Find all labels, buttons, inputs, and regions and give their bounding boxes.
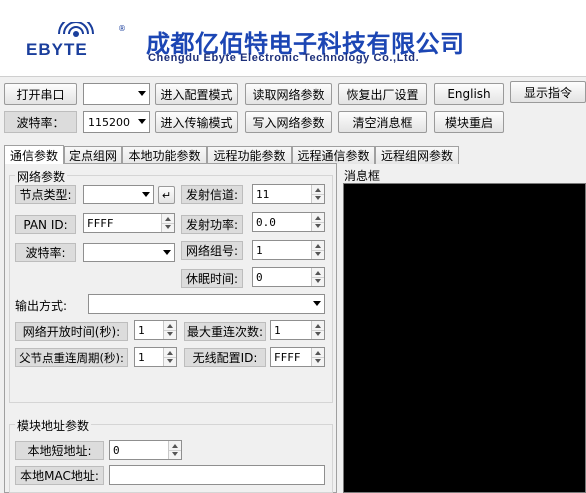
network-group-value: 1 xyxy=(256,243,263,257)
wireless-id-label: 无线配置ID: xyxy=(184,348,266,367)
baud-rate-select[interactable]: 115200 xyxy=(83,111,150,133)
network-baud-select[interactable] xyxy=(83,243,175,262)
tab-remote-function[interactable]: 远程功能参数 xyxy=(207,146,292,164)
pan-id-input[interactable]: FFFF xyxy=(83,213,175,233)
pan-id-value: FFFF xyxy=(87,216,114,230)
tx-power-input[interactable]: 0.0 xyxy=(252,212,325,232)
open-port-button[interactable]: 打开串口 xyxy=(4,83,77,105)
ebyte-logo: EBYTE ® xyxy=(26,22,126,62)
baud-rate-label: 波特率： xyxy=(4,111,77,133)
open-time-input[interactable]: 1 xyxy=(134,320,177,340)
header-banner: EBYTE ® 成都亿佰特电子科技有限公司 Chengdu Ebyte Elec… xyxy=(0,0,586,76)
write-network-params-button[interactable]: 写入网络参数 xyxy=(245,111,332,133)
pan-id-spinner[interactable] xyxy=(161,214,174,232)
registered-mark-icon: ® xyxy=(118,24,126,33)
max-retry-spinner[interactable] xyxy=(311,321,324,339)
short-address-value: 0 xyxy=(113,443,120,457)
open-time-value: 1 xyxy=(138,323,145,337)
output-mode-label: 输出方式: xyxy=(15,299,68,313)
chevron-down-icon xyxy=(313,301,321,306)
port-select[interactable] xyxy=(83,83,150,105)
sleep-time-value: 0 xyxy=(256,270,263,284)
enter-config-mode-button[interactable]: 进入配置模式 xyxy=(155,83,238,105)
network-params-group xyxy=(9,175,333,403)
tx-channel-value: 11 xyxy=(256,187,270,201)
sleep-time-input[interactable]: 0 xyxy=(252,267,325,287)
show-command-button[interactable]: 显示指令 xyxy=(510,81,586,103)
clear-message-button[interactable]: 清空消息框 xyxy=(338,111,427,133)
baud-rate-value: 115200 xyxy=(88,115,130,129)
read-network-params-button[interactable]: 读取网络参数 xyxy=(245,83,332,105)
parent-retry-value: 1 xyxy=(138,350,145,364)
chevron-down-icon xyxy=(138,91,146,96)
chevron-down-icon xyxy=(142,192,150,197)
tx-power-spinner[interactable] xyxy=(311,213,324,231)
tx-power-value: 0.0 xyxy=(256,215,276,229)
max-retry-input[interactable]: 1 xyxy=(270,320,325,340)
message-box-title: 消息框 xyxy=(344,169,381,183)
node-type-select[interactable] xyxy=(83,185,154,204)
tab-remote-comm[interactable]: 远程通信参数 xyxy=(292,146,375,164)
wireless-id-spinner[interactable] xyxy=(311,348,324,366)
open-time-label: 网络开放时间(秒): xyxy=(15,322,128,341)
mac-address-input[interactable] xyxy=(109,465,325,485)
wireless-id-value: FFFF xyxy=(274,350,301,364)
message-box[interactable] xyxy=(343,183,586,493)
module-address-title: 模块地址参数 xyxy=(15,417,92,434)
tx-channel-label: 发射信道: xyxy=(181,185,243,204)
tab-local-function[interactable]: 本地功能参数 xyxy=(122,146,207,164)
short-address-label: 本地短地址: xyxy=(15,441,104,460)
short-address-spinner[interactable] xyxy=(168,441,181,459)
sleep-time-label: 休眠时间: xyxy=(181,269,243,288)
parent-retry-spinner[interactable] xyxy=(163,348,176,366)
tab-fixed-network[interactable]: 定点组网 xyxy=(64,146,122,164)
enter-arrow-icon: ↵ xyxy=(161,188,172,202)
node-type-label: 节点类型: xyxy=(15,185,76,204)
tab-comm-params[interactable]: 通信参数 xyxy=(4,145,64,164)
network-group-label: 网络组号: xyxy=(181,241,243,260)
wireless-id-input[interactable]: FFFF xyxy=(270,347,325,367)
tx-power-label: 发射功率: xyxy=(181,215,243,234)
tx-channel-input[interactable]: 11 xyxy=(252,184,325,204)
language-button[interactable]: English xyxy=(434,83,504,105)
network-group-spinner[interactable] xyxy=(311,241,324,259)
network-params-title: 网络参数 xyxy=(15,168,68,185)
module-restart-button[interactable]: 模块重启 xyxy=(434,111,504,133)
short-address-input[interactable]: 0 xyxy=(109,440,182,460)
pan-id-label: PAN ID: xyxy=(15,215,76,234)
tx-channel-spinner[interactable] xyxy=(311,185,324,203)
sleep-time-spinner[interactable] xyxy=(311,268,324,286)
apply-node-type-button[interactable]: ↵ xyxy=(158,186,175,204)
company-name-en: Chengdu Ebyte Electronic Technology Co.,… xyxy=(148,52,420,64)
max-retry-value: 1 xyxy=(274,323,281,337)
output-mode-select[interactable] xyxy=(88,294,325,314)
open-time-spinner[interactable] xyxy=(163,321,176,339)
max-retry-label: 最大重连次数: xyxy=(184,322,266,341)
parent-retry-input[interactable]: 1 xyxy=(134,347,177,367)
network-group-input[interactable]: 1 xyxy=(252,240,325,260)
factory-reset-button[interactable]: 恢复出厂设置 xyxy=(338,83,427,105)
mac-address-label: 本地MAC地址: xyxy=(15,466,104,485)
logo-text: EBYTE xyxy=(26,40,88,59)
network-baud-label: 波特率: xyxy=(15,243,76,262)
parent-retry-label: 父节点重连周期(秒): xyxy=(15,348,128,367)
enter-transfer-mode-button[interactable]: 进入传输模式 xyxy=(155,111,238,133)
chevron-down-icon xyxy=(163,250,171,255)
chevron-down-icon xyxy=(138,119,146,124)
wireless-signal-icon xyxy=(58,22,94,37)
tab-remote-network[interactable]: 远程组网参数 xyxy=(375,146,459,164)
